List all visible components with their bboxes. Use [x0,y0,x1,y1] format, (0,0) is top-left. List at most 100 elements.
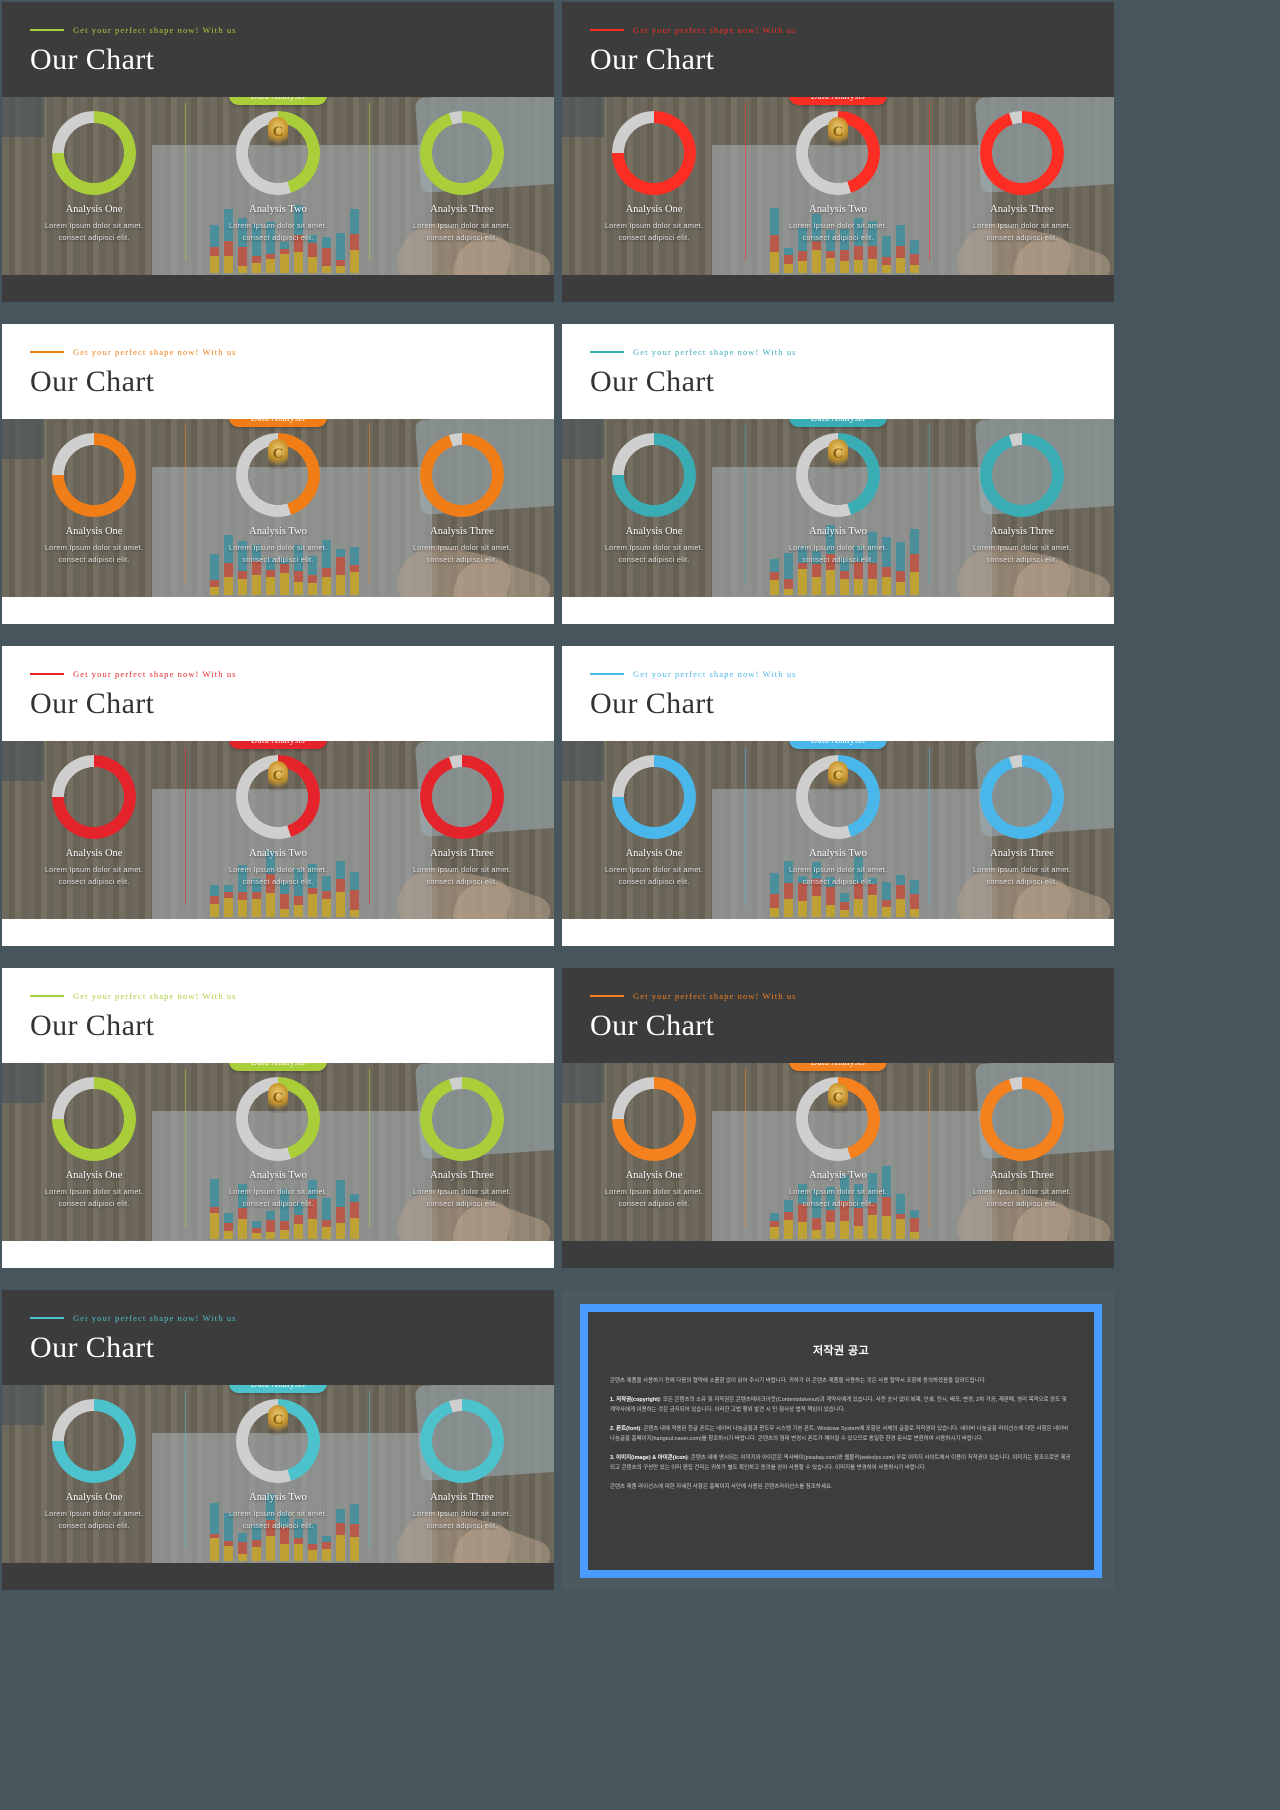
chart-slide-9[interactable]: Get your perfect shape now! With us Our … [2,1290,554,1590]
donut-progress-chart: 75% [612,111,696,195]
data-analysis-badge[interactable]: Data Analysis [789,419,887,427]
page-title: Our Chart [590,365,715,398]
data-analysis-badge[interactable]: Data Analysis [789,741,887,749]
chart-slide-6[interactable]: Get your perfect shape now! With us Our … [562,646,1114,946]
donut-progress-chart: 95% [420,1399,504,1483]
tagline-text: Get your perfect shape now! With us [73,1313,237,1323]
tagline-text: Get your perfect shape now! With us [73,347,237,357]
percent-value: 75% [634,141,674,164]
slide-thumbnail-grid: Get your perfect shape now! With us Our … [0,0,1280,1810]
lightbulb-icon [828,761,848,791]
donut-progress-chart: 75% [52,1077,136,1161]
metric-title: Analysis Two [249,1492,307,1503]
metric-description: Lorem Ipsum dolor sit amet. consect adipi… [44,1187,144,1209]
slide-footer [562,275,1114,302]
percent-value: 95% [1002,141,1042,164]
tagline-row: Get your perfect shape now! With us [30,24,554,36]
donut-progress-chart: 75% [612,755,696,839]
percent-value: 95% [442,141,482,164]
chart-slide-3[interactable]: Get your perfect shape now! With us Our … [2,324,554,624]
lightbulb-icon [268,117,288,147]
donut-center: 95% [431,766,493,828]
metric-description: Lorem Ipsum dolor sit amet. consect adipi… [228,1187,328,1209]
metric-title: Analysis One [625,526,683,537]
donut-center: 95% [991,122,1053,184]
tagline-dash-icon [590,351,624,353]
donut-center: 75% [63,766,125,828]
copyright-section-3: 3. 이미지(image) & 아이콘(icon): 콘텐츠 내에 명시되는 이… [610,1453,1072,1473]
donut-center: 95% [991,766,1053,828]
donut-center: 95% [431,1410,493,1472]
data-analysis-badge[interactable]: Data Analysis [229,1385,327,1393]
metric-column: 95% Analysis Three Lorem Ipsum dolor sit… [370,1399,554,1563]
copyright-section-2: 2. 폰트(font): 콘텐츠 내에 적용된 한글 폰트는 네이버 나눔글꼴과… [610,1424,1072,1444]
chart-slide-2[interactable]: Get your perfect shape now! With us Our … [562,2,1114,302]
tagline-text: Get your perfect shape now! With us [633,991,797,1001]
copyright-notice-slide[interactable]: 저작권 공고 콘텐츠 제품을 사용하기 전에 다음의 협약에 소홀함 없이 읽어 … [562,1290,1114,1590]
chart-slide-8[interactable]: Get your perfect shape now! With us Our … [562,968,1114,1268]
photo-stage: Data Analysis 75% Analysis One Lorem Ips… [562,97,1114,275]
slide-footer [562,919,1114,946]
photo-stage: Data Analysis 75% Analysis One Lorem Ips… [2,1385,554,1563]
tagline-row: Get your perfect shape now! With us [30,346,554,358]
copyright-section-body: : 모든 콘텐츠의 소유 및 저작권은 콘텐츠테이크아웃(Contentstak… [610,1397,1067,1413]
donut-progress-chart: 95% [420,111,504,195]
metric-column: 75% Analysis One Lorem Ipsum dolor sit a… [562,111,746,275]
donut-progress-chart: 75% [52,433,136,517]
chart-slide-7[interactable]: Get your perfect shape now! With us Our … [2,968,554,1268]
donut-center: 95% [991,444,1053,506]
metric-title: Analysis Three [990,1170,1054,1181]
slide-header: Get your perfect shape now! With us Our … [2,968,554,1063]
metric-description: Lorem Ipsum dolor sit amet. consect adipi… [972,543,1072,565]
page-title: Our Chart [590,1009,715,1042]
metric-column: 95% Analysis Three Lorem Ipsum dolor sit… [930,755,1114,919]
data-analysis-badge[interactable]: Data Analysis [229,741,327,749]
data-analysis-badge[interactable]: Data Analysis [789,97,887,105]
page-title: Our Chart [590,687,715,720]
donut-center: 95% [431,1088,493,1150]
donut-progress-chart: 95% [420,433,504,517]
data-analysis-badge[interactable]: Data Analysis [789,1063,887,1071]
copyright-intro: 콘텐츠 제품을 사용하기 전에 다음의 협약에 소홀함 없이 읽어 주시기 바랍… [610,1378,987,1384]
metric-title: Analysis Three [990,204,1054,215]
metric-column: 75% Analysis One Lorem Ipsum dolor sit a… [562,433,746,597]
tagline-row: Get your perfect shape now! With us [590,346,1114,358]
tagline-text: Get your perfect shape now! With us [633,347,797,357]
tagline-dash-icon [30,1317,64,1319]
donut-center: 75% [623,122,685,184]
tagline-row: Get your perfect shape now! With us [590,990,1114,1002]
chart-slide-4[interactable]: Get your perfect shape now! With us Our … [562,324,1114,624]
metric-column: 95% Analysis Three Lorem Ipsum dolor sit… [930,1077,1114,1241]
metric-columns: 75% Analysis One Lorem Ipsum dolor sit a… [562,1063,1114,1241]
metric-description: Lorem Ipsum dolor sit amet. consect adipi… [228,221,328,243]
chart-slide-1[interactable]: Get your perfect shape now! With us Our … [2,2,554,302]
donut-progress-chart: 95% [420,755,504,839]
percent-value: 75% [74,1107,114,1130]
photo-stage: Data Analysis 75% Analysis One Lorem Ips… [562,741,1114,919]
metric-description: Lorem Ipsum dolor sit amet. consect adipi… [604,1187,704,1209]
data-analysis-badge[interactable]: Data Analysis [229,419,327,427]
metric-columns: 75% Analysis One Lorem Ipsum dolor sit a… [2,741,554,919]
metric-column: 75% Analysis One Lorem Ipsum dolor sit a… [2,1077,186,1241]
metric-column: 45% Analysis Two Lorem Ipsum dolor sit a… [186,1077,370,1241]
slide-header: Get your perfect shape now! With us Our … [2,2,554,97]
metric-description: Lorem Ipsum dolor sit amet. consect adipi… [604,221,704,243]
slide-header: Get your perfect shape now! With us Our … [562,646,1114,741]
donut-progress-chart: 95% [420,1077,504,1161]
metric-column: 75% Analysis One Lorem Ipsum dolor sit a… [562,755,746,919]
chart-slide-5[interactable]: Get your perfect shape now! With us Our … [2,646,554,946]
metric-column: 45% Analysis Two Lorem Ipsum dolor sit a… [186,111,370,275]
photo-stage: Data Analysis 75% Analysis One Lorem Ips… [2,97,554,275]
tagline-row: Get your perfect shape now! With us [30,990,554,1002]
percent-value: 95% [442,785,482,808]
data-analysis-badge[interactable]: Data Analysis [229,97,327,105]
metric-description: Lorem Ipsum dolor sit amet. consect adipi… [412,1187,512,1209]
donut-progress-chart: 75% [52,755,136,839]
donut-center: 95% [991,1088,1053,1150]
percent-value: 95% [1002,463,1042,486]
metric-title: Analysis One [65,526,123,537]
slide-header: Get your perfect shape now! With us Our … [562,968,1114,1063]
donut-center: 75% [63,444,125,506]
data-analysis-badge[interactable]: Data Analysis [229,1063,327,1071]
percent-value: 95% [442,1107,482,1130]
